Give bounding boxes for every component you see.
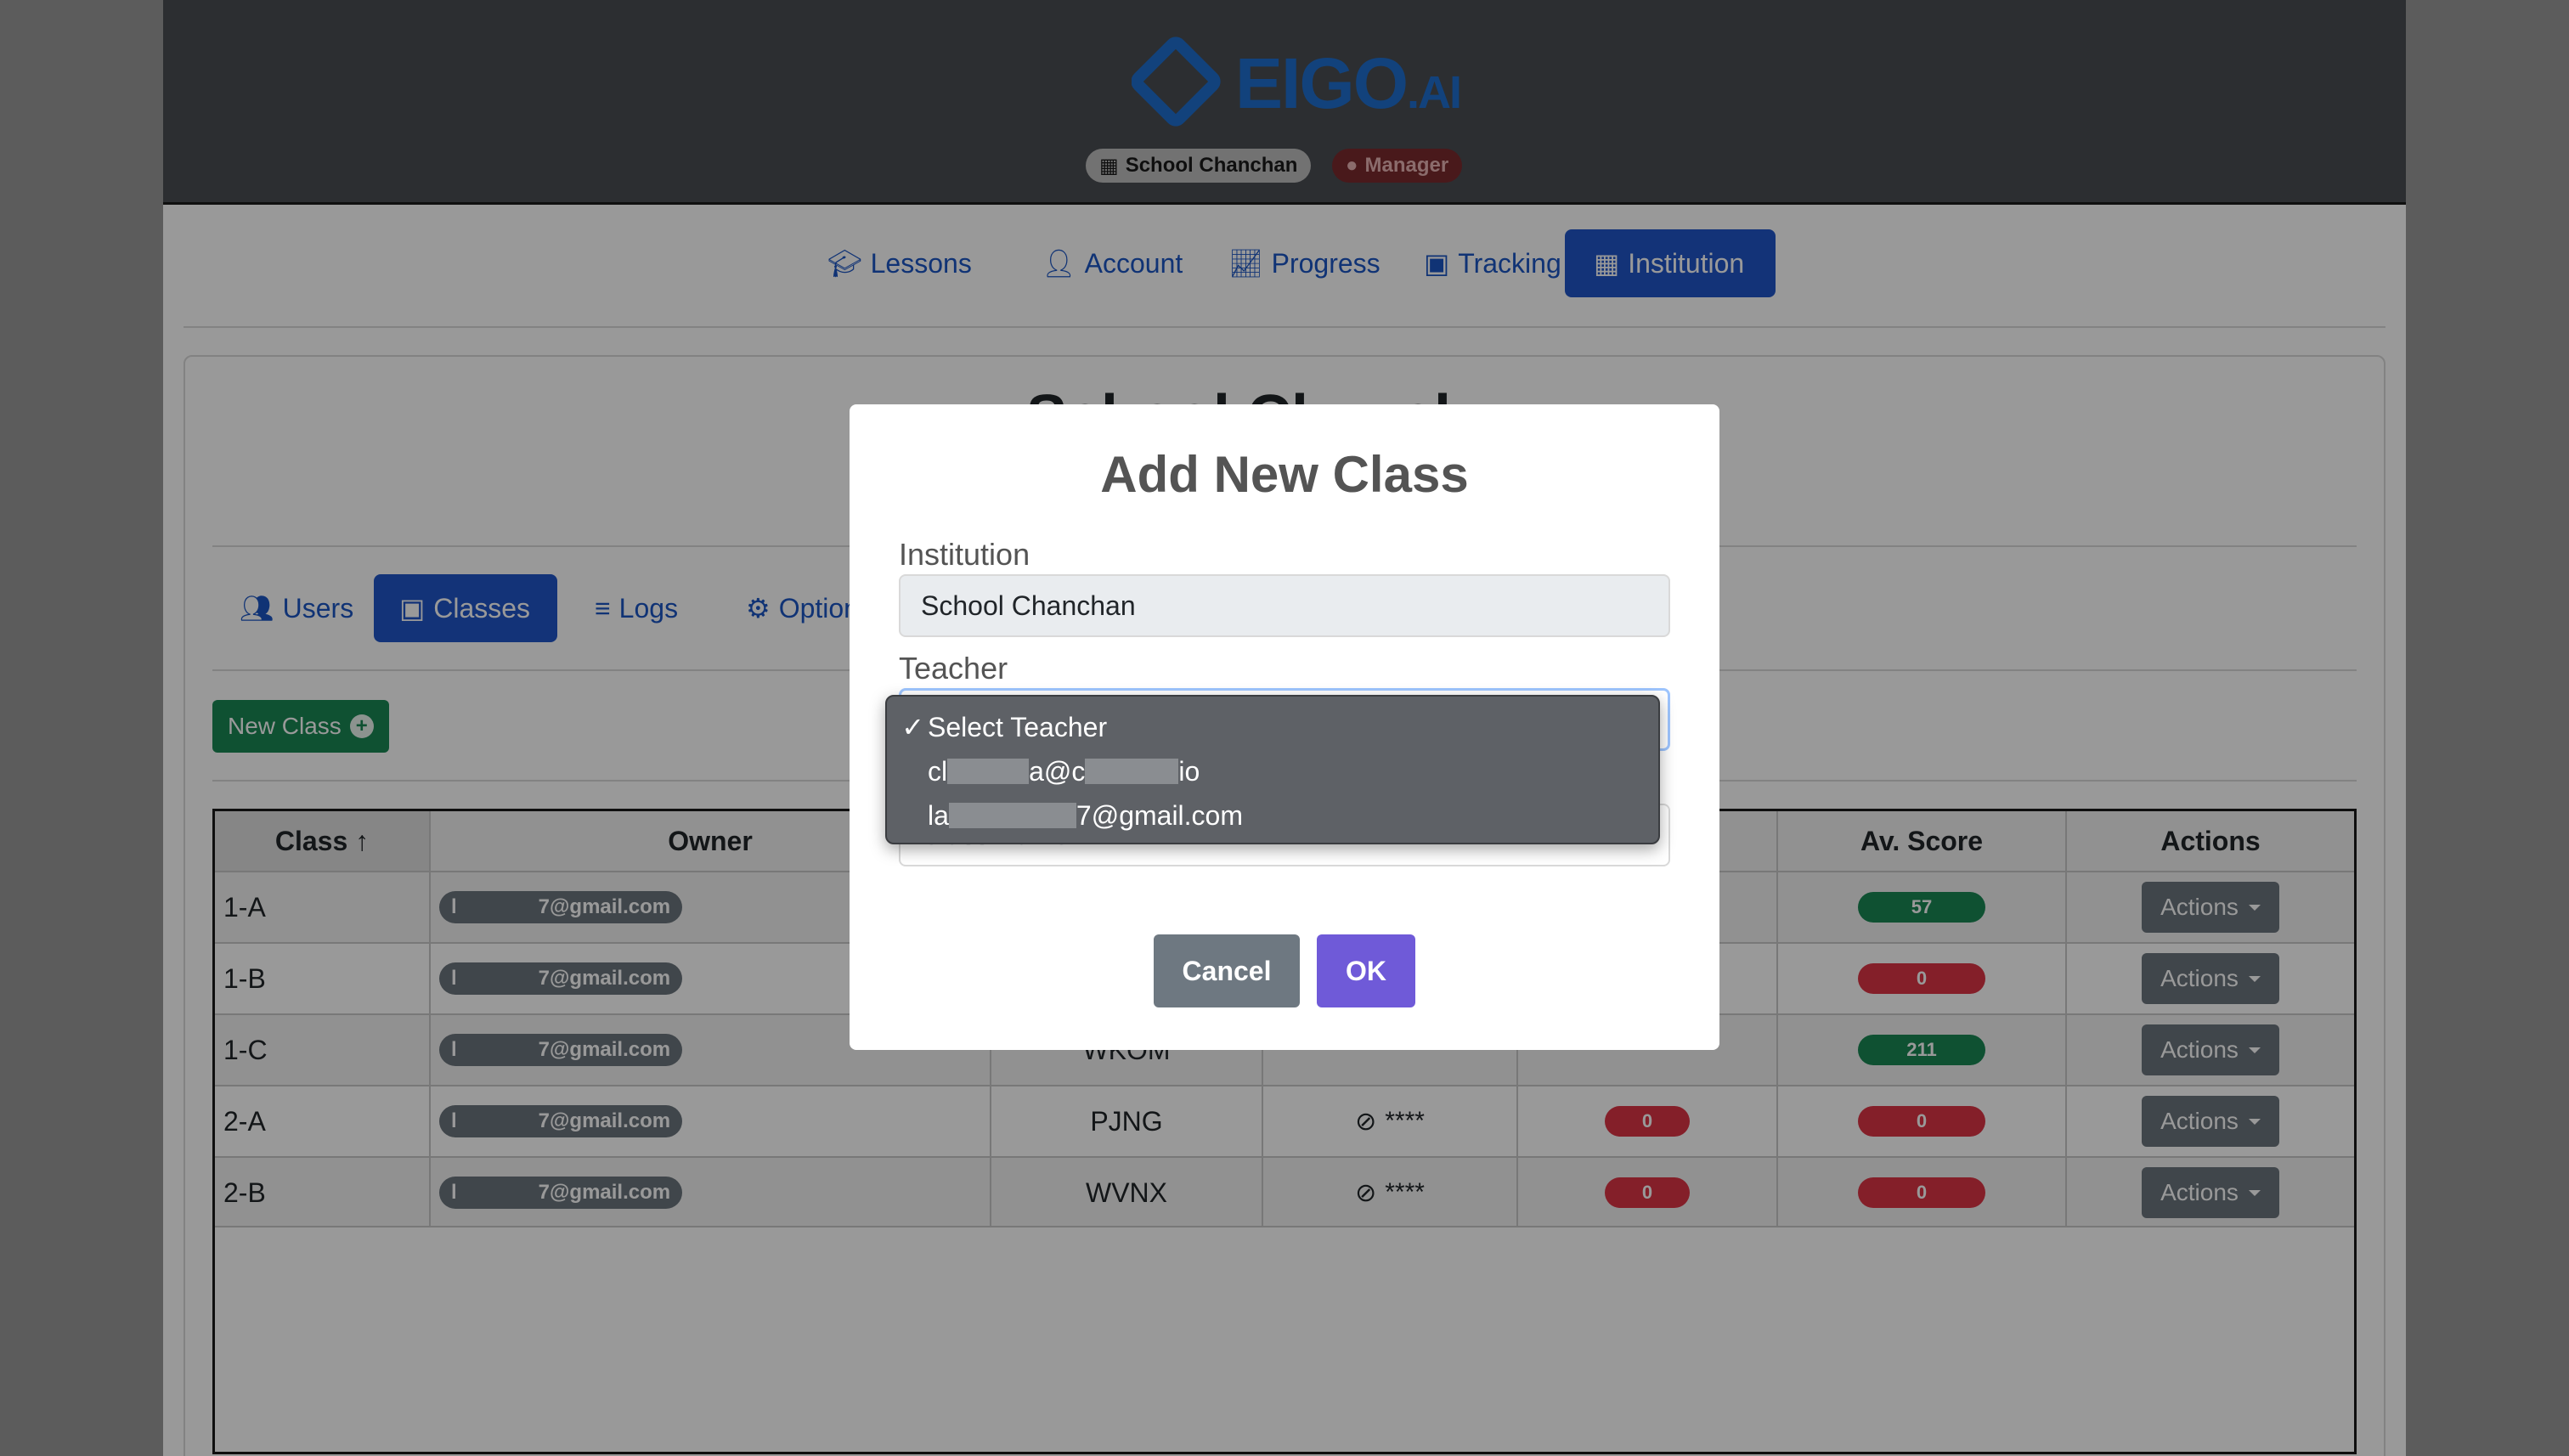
- institution-field: School Chanchan: [899, 574, 1670, 637]
- teacher-label: Teacher: [899, 651, 1008, 686]
- redacted-text: [947, 759, 1030, 784]
- modal-title: Add New Class: [1100, 446, 1469, 503]
- teacher-dropdown-menu: ✓ Select Teacher cl a@c io la 7@gmail.com: [885, 695, 1660, 844]
- dropdown-option-teacher[interactable]: cl a@c io: [887, 749, 1658, 793]
- redacted-text: [1085, 759, 1179, 784]
- institution-label: Institution: [899, 537, 1030, 572]
- ok-button[interactable]: OK: [1317, 934, 1415, 1007]
- cancel-button[interactable]: Cancel: [1154, 934, 1300, 1007]
- dropdown-option-select-teacher[interactable]: ✓ Select Teacher: [887, 705, 1658, 749]
- check-icon: ✓: [901, 712, 924, 742]
- dropdown-option-teacher[interactable]: la 7@gmail.com: [887, 793, 1658, 838]
- redacted-text: [948, 803, 1076, 828]
